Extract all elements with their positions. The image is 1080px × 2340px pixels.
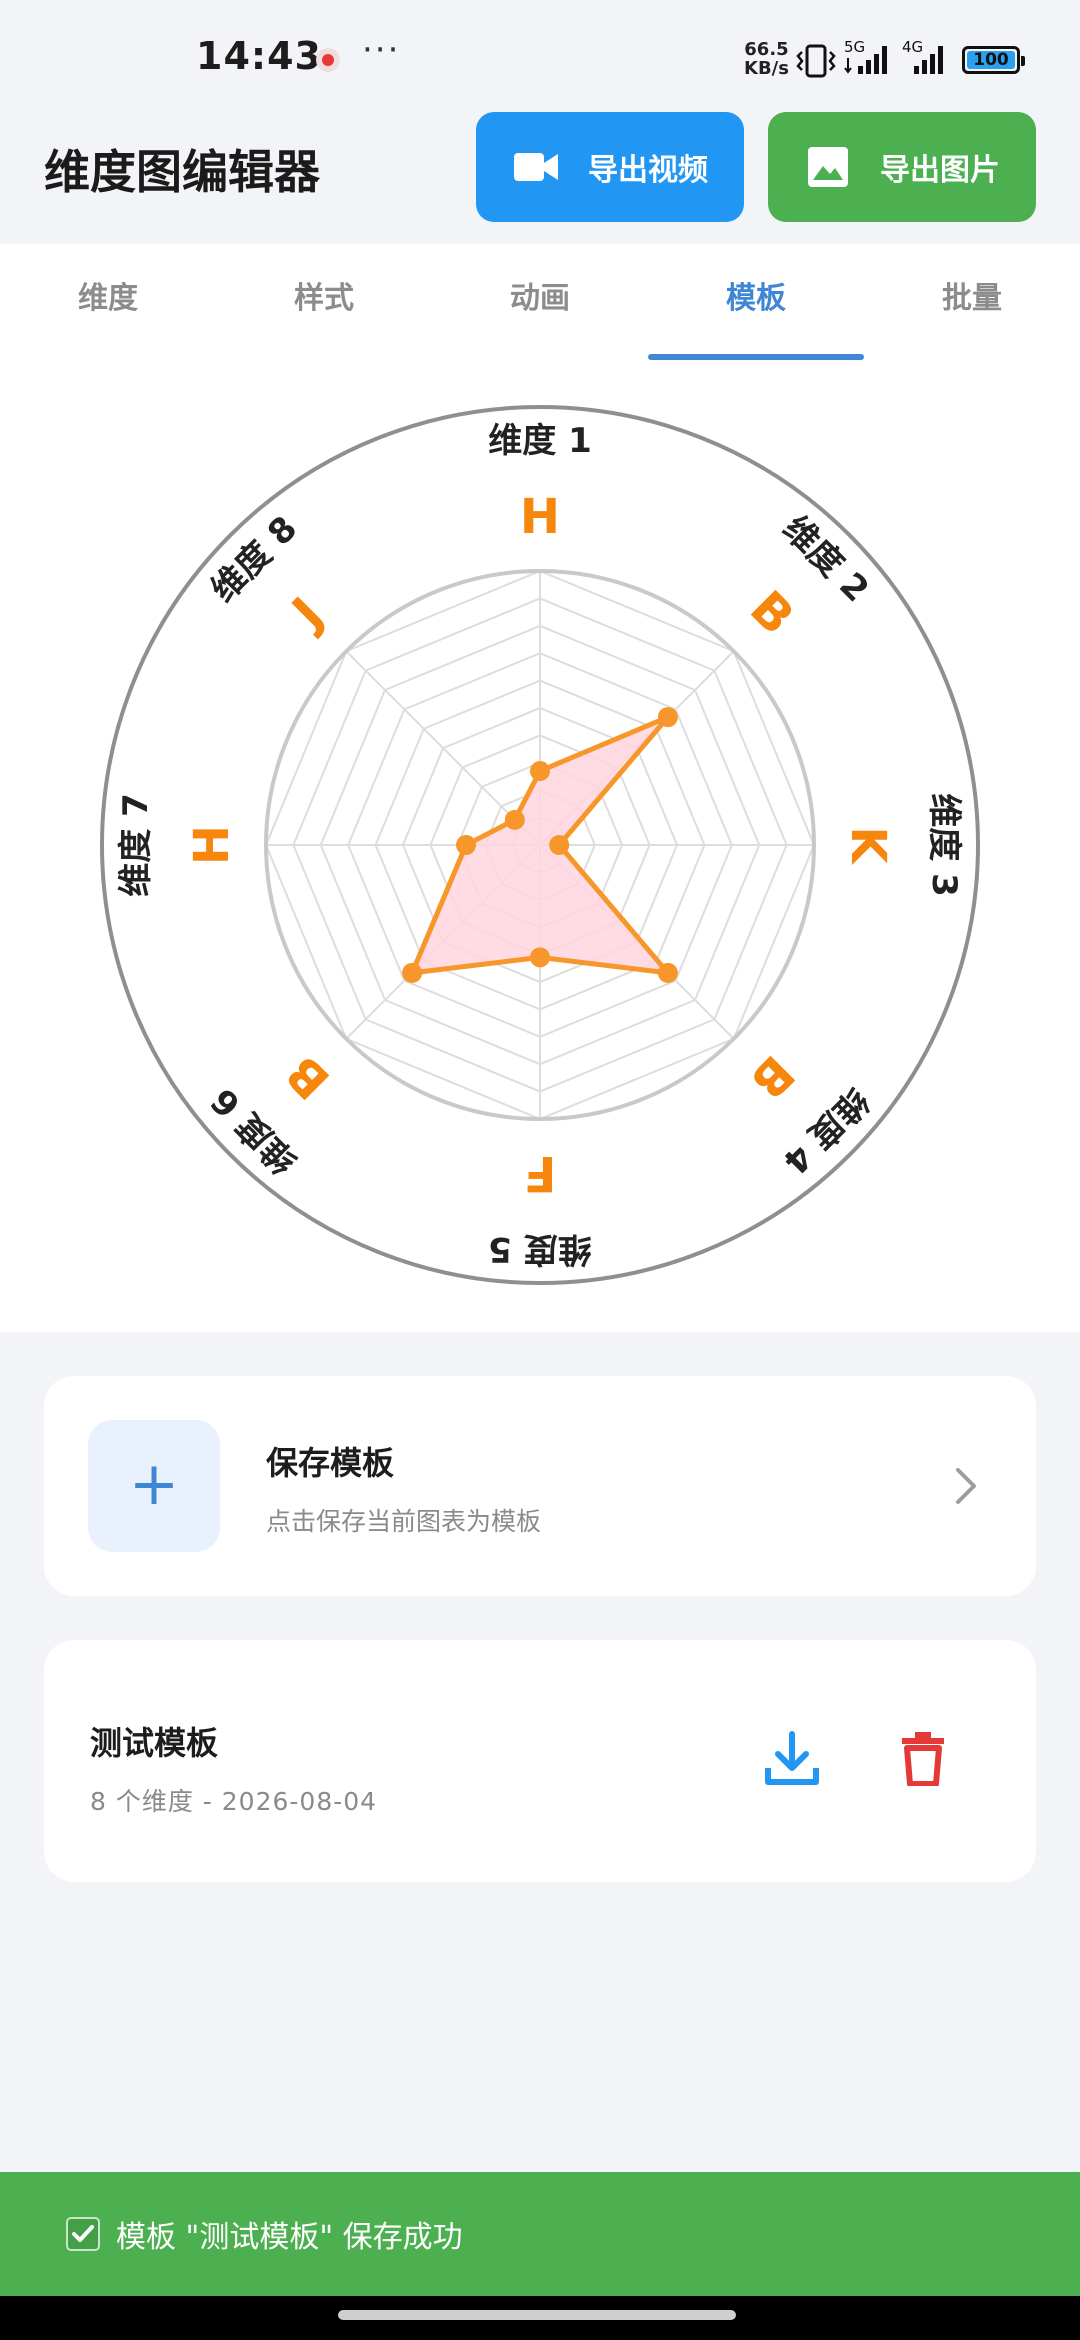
radar-chart: HBKBFBHJ维度 1维度 2维度 3维度 4维度 5维度 6维度 7维度 8 xyxy=(100,405,980,1285)
status-time: 14:43 xyxy=(196,34,322,78)
vibrate-icon xyxy=(796,44,836,78)
tab-templates[interactable]: 模板 xyxy=(648,244,864,360)
video-camera-icon xyxy=(514,147,558,187)
recording-icon xyxy=(316,48,340,72)
save-template-subtitle: 点击保存当前图表为模板 xyxy=(266,1507,542,1536)
tab-animation[interactable]: 动画 xyxy=(432,244,648,360)
screen: 14:43 ··· 66.5 KB/s 5G 4G 100 维度图编辑器 导出视… xyxy=(0,0,1080,2340)
save-template-card[interactable]: + 保存模板 点击保存当前图表为模板 xyxy=(44,1376,1036,1596)
signal-4g-icon: 4G xyxy=(902,38,943,74)
data-point-4 xyxy=(657,962,678,983)
data-point-6 xyxy=(402,962,423,983)
data-point-8 xyxy=(504,809,525,830)
chevron-right-icon xyxy=(956,1468,976,1504)
check-icon xyxy=(66,2217,100,2251)
template-item-card: 测试模板 8 个维度 - 2026-08-04 xyxy=(44,1640,1036,1882)
export-video-button[interactable]: 导出视频 xyxy=(476,112,744,222)
grade-label-7: H xyxy=(184,825,240,865)
grade-label-2: B xyxy=(739,580,804,645)
template-name: 测试模板 xyxy=(90,1724,219,1762)
axis-label-1: 维度 1 xyxy=(488,421,592,461)
export-video-label: 导出视频 xyxy=(588,153,708,188)
tab-bar: 维度 样式 动画 模板 批量 xyxy=(0,244,1080,360)
data-point-1 xyxy=(530,761,550,782)
save-template-title: 保存模板 xyxy=(266,1444,395,1482)
more-notifications-icon: ··· xyxy=(362,30,401,70)
axis-label-3: 维度 3 xyxy=(924,793,964,897)
snackbar-message: 模板 "测试模板" 保存成功 xyxy=(116,2220,463,2255)
signal-5g-label: 5G xyxy=(844,38,865,56)
grade-label-8: J xyxy=(280,587,334,641)
data-point-7 xyxy=(456,835,477,855)
status-bar: 14:43 ··· 66.5 KB/s 5G 4G 100 xyxy=(0,0,1080,100)
network-speed: 66.5 KB/s xyxy=(744,40,789,78)
tab-batch[interactable]: 批量 xyxy=(864,244,1080,360)
grade-label-1: H xyxy=(520,489,560,545)
battery-icon: 100 xyxy=(962,46,1025,74)
grade-label-5: F xyxy=(524,1145,557,1201)
data-point-3 xyxy=(549,835,570,855)
app-header: 维度图编辑器 导出视频 导出图片 xyxy=(0,100,1080,244)
data-point-5 xyxy=(530,947,550,968)
axis-label-5: 维度 5 xyxy=(488,1229,592,1269)
download-icon[interactable] xyxy=(764,1730,820,1788)
grade-label-3: K xyxy=(840,826,896,865)
battery-level: 100 xyxy=(967,51,1015,69)
chart-area: H B K B F B H J 维度 1 维度 2 维度 3 维度 4 维度 5 维度 6 维度 7 维度 8 xyxy=(0,360,1080,1332)
home-indicator[interactable] xyxy=(338,2310,736,2320)
image-icon xyxy=(806,147,850,187)
plus-icon: + xyxy=(88,1420,220,1552)
data-point-2 xyxy=(657,707,678,728)
tab-style[interactable]: 样式 xyxy=(216,244,432,360)
grade-label-4: B xyxy=(739,1044,804,1109)
signal-5g-icon: 5G xyxy=(844,38,887,74)
network-speed-value: 66.5 xyxy=(744,39,789,60)
signal-4g-label: 4G xyxy=(902,38,923,56)
tab-dimensions[interactable]: 维度 xyxy=(0,244,216,360)
snackbar: 模板 "测试模板" 保存成功 xyxy=(0,2172,1080,2296)
template-meta: 8 个维度 - 2026-08-04 xyxy=(90,1787,378,1816)
export-image-label: 导出图片 xyxy=(880,153,1000,188)
network-speed-unit: KB/s xyxy=(744,58,789,79)
export-image-button[interactable]: 导出图片 xyxy=(768,112,1036,222)
navigation-bar xyxy=(0,2296,1080,2340)
grade-label-6: B xyxy=(275,1044,340,1109)
page-title: 维度图编辑器 xyxy=(44,145,320,199)
axis-label-7: 维度 7 xyxy=(116,793,156,897)
trash-icon[interactable] xyxy=(900,1730,946,1786)
